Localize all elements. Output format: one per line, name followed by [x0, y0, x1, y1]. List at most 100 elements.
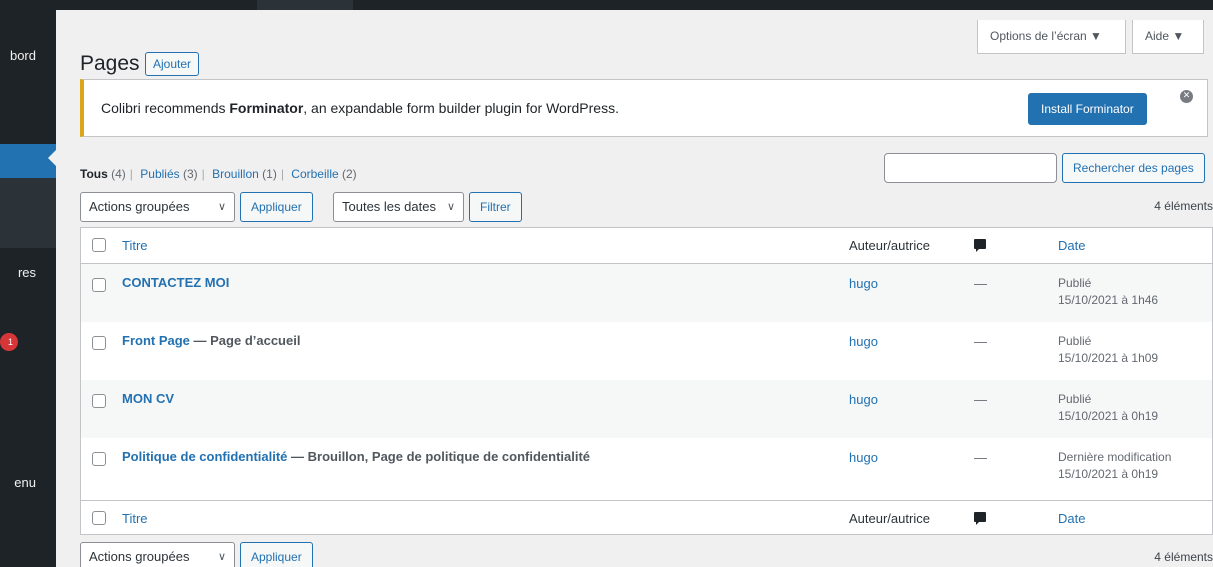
date-filter-select[interactable]: Toutes les dates ∨: [333, 192, 464, 222]
row-comments: —: [974, 276, 987, 291]
row-title-cell: MON CV: [122, 391, 174, 406]
admin-sidebar: bord res 1 enu: [0, 10, 56, 567]
row-title-link[interactable]: CONTACTEZ MOI: [122, 275, 229, 290]
bulk-actions-value: Actions groupées: [89, 199, 190, 214]
row-checkbox[interactable]: [92, 336, 106, 350]
bulk-actions-value: Actions groupées: [89, 549, 190, 564]
row-status: Publié: [1058, 276, 1092, 290]
row-date-cell: Publié 15/10/2021 à 1h46: [1058, 275, 1158, 309]
select-all-checkbox[interactable]: [92, 511, 106, 525]
view-draft-count: (1): [262, 167, 277, 181]
column-title-sort-link[interactable]: Titre: [122, 238, 148, 253]
admin-bar-active-item[interactable]: [257, 0, 353, 10]
chevron-down-icon: ∨: [217, 201, 226, 213]
apply-button-bottom[interactable]: Appliquer: [240, 542, 313, 567]
view-all-count: (4): [111, 167, 126, 181]
sidebar-item-collapse-menu[interactable]: enu: [0, 465, 56, 501]
row-post-state: — Page d’accueil: [189, 333, 301, 348]
view-all-link[interactable]: Tous: [80, 167, 108, 181]
row-title-link[interactable]: Front Page: [122, 333, 190, 348]
table-header-row: Titre Auteur/autrice Date: [81, 228, 1212, 264]
row-checkbox[interactable]: [92, 452, 106, 466]
row-status: Publié: [1058, 334, 1092, 348]
status-filter-links: Tous (4) | Publiés (3) | Brouillon (1) | Co…: [80, 167, 357, 181]
help-button[interactable]: Aide ▼: [1132, 20, 1204, 54]
date-filter-value: Toutes les dates: [342, 199, 436, 214]
pages-table: Titre Auteur/autrice Date CONTACTEZ MOI …: [80, 227, 1213, 535]
comment-bubble-icon: [974, 239, 986, 252]
table-row: MON CV hugo — Publié 15/10/2021 à 0h19: [81, 380, 1212, 438]
row-author-link[interactable]: hugo: [849, 450, 878, 465]
notice-plugin-name: Forminator: [229, 100, 304, 116]
column-author-header: Auteur/autrice: [849, 511, 930, 526]
table-row: CONTACTEZ MOI hugo — Publié 15/10/2021 à …: [81, 264, 1212, 322]
row-post-state: — Brouillon, Page de politique de confid…: [287, 449, 591, 464]
view-published-link[interactable]: Publiés: [140, 167, 179, 181]
row-title-link[interactable]: Politique de confidentialité: [122, 449, 287, 464]
screen-options-button[interactable]: Options de l’écran ▼: [977, 20, 1126, 54]
column-date-sort-link[interactable]: Date: [1058, 511, 1085, 526]
main-content: Options de l’écran ▼ Aide ▼ Pages Ajoute…: [56, 10, 1213, 567]
column-title-sort-link[interactable]: Titre: [122, 511, 148, 526]
comment-bubble-icon: [974, 512, 986, 525]
chevron-down-icon: ∨: [446, 201, 455, 213]
items-count: 4 éléments: [1154, 199, 1213, 213]
row-date: 15/10/2021 à 1h09: [1058, 351, 1159, 365]
items-count-bottom: 4 éléments: [1154, 550, 1213, 564]
row-status: Publié: [1058, 392, 1092, 406]
row-title-cell: Front Page — Page d’accueil: [122, 333, 300, 348]
row-date: 15/10/2021 à 0h19: [1058, 467, 1159, 481]
chevron-down-icon: ∨: [217, 551, 226, 563]
row-title-cell: Politique de confidentialité — Brouillon…: [122, 449, 590, 464]
dismiss-icon[interactable]: ✕: [1180, 90, 1193, 103]
bulk-actions-select[interactable]: Actions groupées ∨: [80, 192, 235, 222]
notice-text-before: Colibri recommends: [101, 100, 230, 116]
update-count-badge: 1: [0, 333, 18, 351]
column-author-header: Auteur/autrice: [849, 238, 930, 253]
separator: |: [201, 167, 205, 181]
notice-text-after: , an expandable form builder plugin for …: [303, 100, 619, 116]
separator: |: [280, 167, 284, 181]
view-trash-count: (2): [342, 167, 357, 181]
row-date: 15/10/2021 à 1h46: [1058, 293, 1159, 307]
row-author-link[interactable]: hugo: [849, 276, 878, 291]
install-forminator-button[interactable]: Install Forminator: [1028, 93, 1147, 125]
sidebar-item-label: enu: [14, 475, 36, 490]
row-comments: —: [974, 334, 987, 349]
row-date-cell: Publié 15/10/2021 à 1h09: [1058, 333, 1158, 367]
plugin-recommendation-notice: Colibri recommends Forminator, an expand…: [80, 79, 1208, 137]
view-trash-link[interactable]: Corbeille: [291, 167, 338, 181]
filter-button[interactable]: Filtrer: [469, 192, 522, 222]
admin-bar-account[interactable]: [1103, 0, 1213, 10]
search-pages-button[interactable]: Rechercher des pages: [1062, 153, 1205, 183]
current-menu-arrow-icon: [48, 150, 56, 166]
row-author-link[interactable]: hugo: [849, 392, 878, 407]
row-checkbox[interactable]: [92, 278, 106, 292]
sidebar-item-dashboard[interactable]: bord: [0, 38, 56, 74]
add-new-page-button[interactable]: Ajouter: [145, 52, 200, 76]
column-date-sort-link[interactable]: Date: [1058, 238, 1085, 253]
view-draft-link[interactable]: Brouillon: [212, 167, 259, 181]
table-row: Politique de confidentialité — Brouillon…: [81, 438, 1212, 496]
search-input[interactable]: [884, 153, 1057, 183]
row-title-cell: CONTACTEZ MOI: [122, 275, 229, 290]
table-row: Front Page — Page d’accueil hugo — Publi…: [81, 322, 1212, 380]
sidebar-item-appearance[interactable]: res: [0, 255, 56, 291]
row-date-cell: Dernière modification 15/10/2021 à 0h19: [1058, 449, 1171, 483]
select-all-checkbox[interactable]: [92, 238, 106, 252]
row-date-cell: Publié 15/10/2021 à 0h19: [1058, 391, 1158, 425]
admin-bar: [0, 0, 1213, 10]
row-title-link[interactable]: MON CV: [122, 391, 174, 406]
row-checkbox[interactable]: [92, 394, 106, 408]
page-title: Pages: [80, 52, 140, 75]
view-published-count: (3): [182, 167, 198, 181]
table-footer-row: Titre Auteur/autrice Date: [81, 500, 1212, 536]
row-comments: —: [974, 392, 987, 407]
notice-text: Colibri recommends Forminator, an expand…: [101, 100, 619, 116]
row-date: 15/10/2021 à 0h19: [1058, 409, 1159, 423]
row-author-link[interactable]: hugo: [849, 334, 878, 349]
sidebar-item-label: bord: [9, 48, 36, 63]
apply-button[interactable]: Appliquer: [240, 192, 313, 222]
bulk-actions-select-bottom[interactable]: Actions groupées ∨: [80, 542, 235, 567]
sidebar-submenu: [0, 178, 56, 248]
